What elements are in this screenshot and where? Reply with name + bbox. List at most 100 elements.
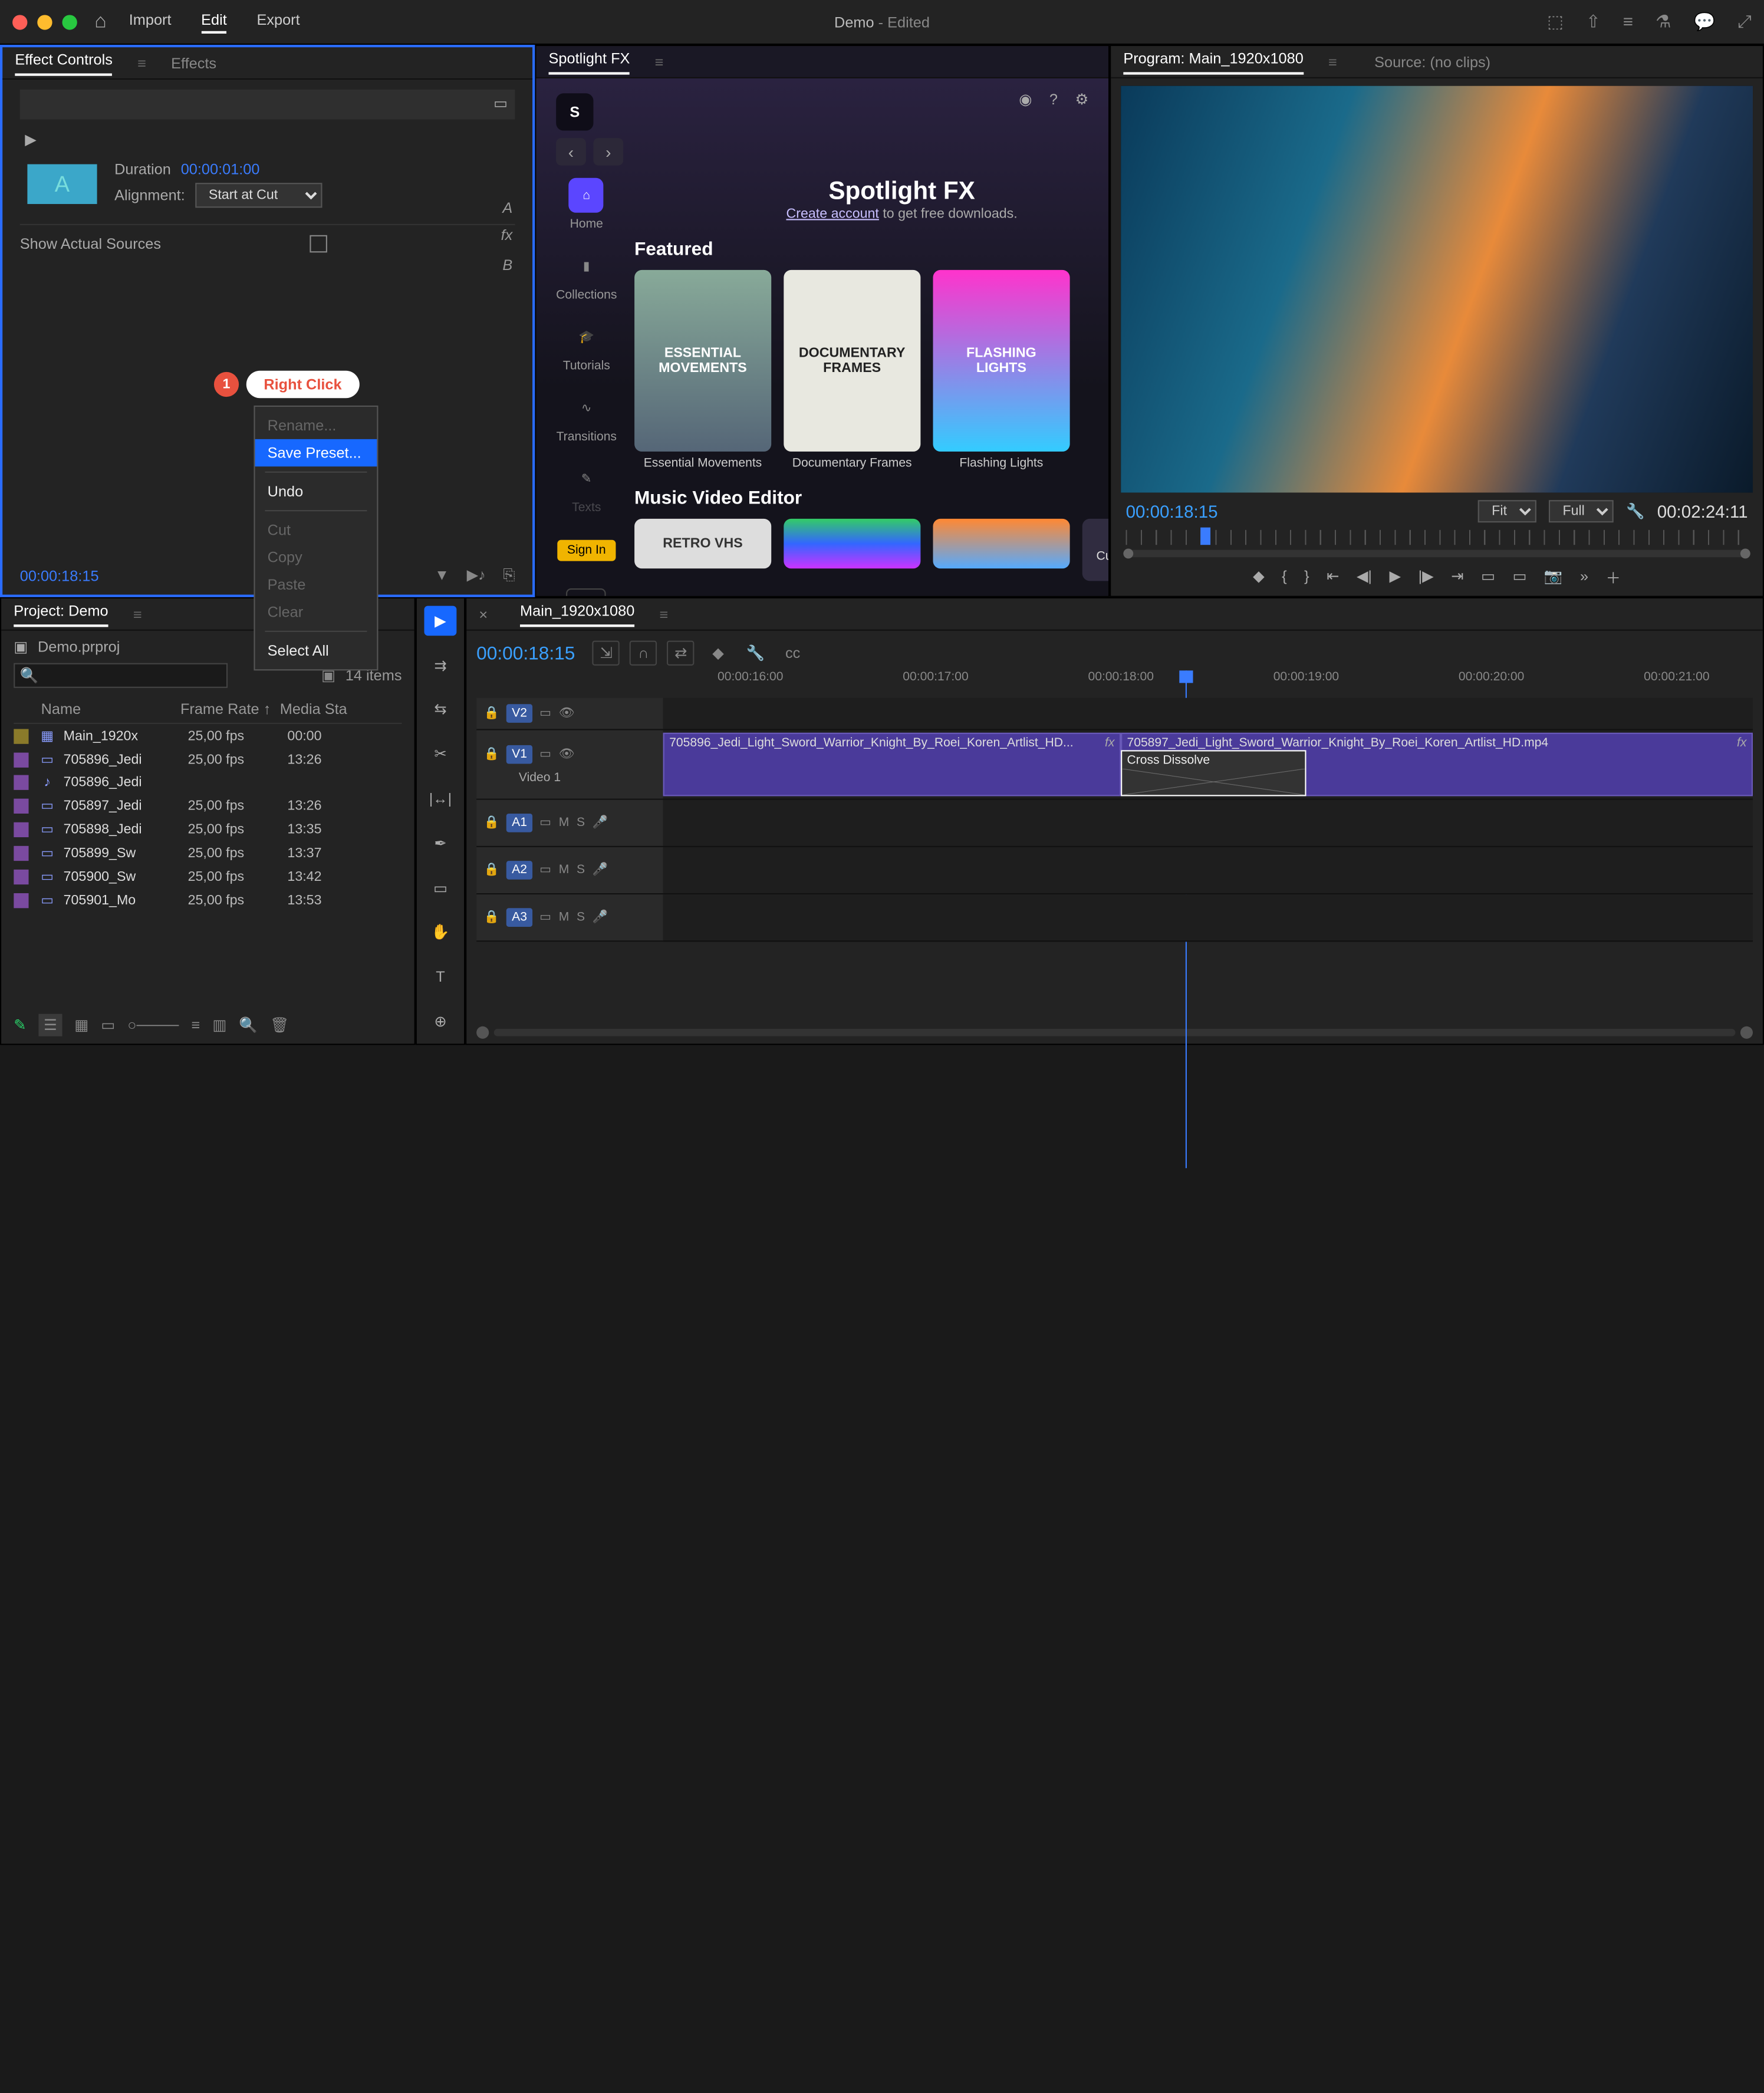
track-eye-icon[interactable]: 👁 [559,747,575,761]
track-toggle-icon[interactable]: ▭ [539,863,551,877]
track-a3[interactable]: A3 [507,908,532,927]
tool-track-select[interactable]: ⇉ [424,650,457,680]
table-row[interactable]: ▭705899_Sw25,00 fps13:37 [14,841,401,864]
lock-icon[interactable]: 🔒 [484,747,499,761]
tab-menu-icon[interactable]: ≡ [655,53,664,71]
side-texts[interactable]: ✎Texts [569,462,604,515]
table-row[interactable]: ▭705896_Jedi25,00 fps13:26 [14,748,401,771]
fullscreen-icon[interactable]: ⤢ [1737,11,1752,32]
table-row[interactable]: ▭705898_Jedi25,00 fps13:35 [14,817,401,841]
tl-wrench-icon[interactable]: 🔧 [742,641,769,666]
program-tc-left[interactable]: 00:00:18:15 [1126,501,1218,521]
tab-menu-icon[interactable]: ≡ [133,605,142,623]
more-icon[interactable]: » [1580,567,1588,588]
popout-icon[interactable]: ▭ [493,94,508,112]
keyframe-play-icon[interactable]: ▶♪ [467,566,486,585]
mute-icon[interactable]: M [559,911,570,924]
solo-icon[interactable]: S [577,816,585,830]
tab-project[interactable]: Project: Demo [14,601,108,626]
go-out-icon[interactable]: ⇥ [1451,567,1463,588]
col-framerate[interactable]: Frame Rate ↑ [180,700,280,718]
tl-snap-icon[interactable]: ∩ [630,641,657,666]
duration-value[interactable]: 00:00:01:00 [181,160,260,178]
window-maximize[interactable] [62,14,77,29]
tl-zoom-in-handle[interactable] [1740,1026,1753,1039]
list-icon[interactable]: ≡ [1623,11,1633,32]
discord-icon[interactable]: ◉ [1019,91,1032,108]
tab-source[interactable]: Source: (no clips) [1374,53,1490,71]
card-mve-3[interactable] [933,519,1069,581]
add-icon[interactable]: ＋ [1606,567,1621,588]
ctx-undo[interactable]: Undo [255,478,377,505]
workspace-icon[interactable]: ⬚ [1547,11,1564,32]
track-toggle-icon[interactable]: ▭ [539,706,551,720]
table-row[interactable]: ▭705897_Jedi25,00 fps13:26 [14,794,401,817]
transition-cross-dissolve[interactable]: Cross Dissolve [1121,750,1306,796]
tool-selection[interactable]: ▶ [424,606,457,636]
tool-slip[interactable]: |↔| [424,784,457,814]
timeline-scrollbar[interactable] [494,1029,1736,1036]
help-icon[interactable]: ? [1049,91,1058,108]
chat-icon[interactable]: 💬 [1693,11,1715,32]
timeline-timecode[interactable]: 00:00:18:15 [476,643,575,664]
track-eye-icon[interactable]: 👁 [559,706,575,720]
menu-export[interactable]: Export [256,11,300,33]
play-icon[interactable]: ▶ [25,131,36,149]
trash-icon[interactable]: 🗑 [270,1016,289,1034]
mute-icon[interactable]: M [559,816,570,830]
gear-icon[interactable]: ⚙ [1075,91,1089,108]
play-icon[interactable]: ▶ [1390,567,1401,588]
step-fwd-icon[interactable]: |▶ [1419,567,1434,588]
tab-close-icon[interactable]: × [479,605,488,623]
tab-menu-icon[interactable]: ≡ [137,54,146,72]
card-mve-2[interactable] [784,519,920,581]
step-back-icon[interactable]: ◀| [1357,567,1372,588]
tab-program[interactable]: Program: Main_1920x1080 [1123,49,1303,74]
tool-razor[interactable]: ✂ [424,739,457,769]
go-in-icon[interactable]: ⇤ [1327,567,1339,588]
card-retro-vhs[interactable]: RETRO VHS [634,519,771,581]
signin-button[interactable]: Sign In [557,540,616,561]
tl-caption-icon[interactable]: cc [779,641,806,666]
program-viewport[interactable] [1121,86,1753,493]
timeline-ruler[interactable]: 00:00:16:00 00:00:17:00 00:00:18:00 00:0… [663,670,1753,697]
col-name[interactable]: Name [41,700,180,718]
extract-icon[interactable]: ▭ [1512,567,1526,588]
tool-ripple[interactable]: ⇆ [424,695,457,725]
home-icon[interactable]: ⌂ [94,11,106,33]
table-row[interactable]: ▦Main_1920x25,00 fps00:00 [14,724,401,748]
track-a1[interactable]: A1 [507,814,532,832]
beaker-icon[interactable]: ⚗ [1656,11,1671,32]
lock-icon[interactable]: 🔒 [484,863,499,877]
program-scrollbar[interactable] [1126,550,1748,558]
tl-marker-icon[interactable]: ◆ [705,641,732,666]
ctx-select-all[interactable]: Select All [255,637,377,664]
track-a2[interactable]: A2 [507,861,532,880]
transition-thumb[interactable]: A [27,164,97,205]
col-mediastart[interactable]: Media Sta [280,700,355,718]
window-close[interactable] [12,14,27,29]
tab-menu-icon[interactable]: ≡ [660,605,669,623]
lock-icon[interactable]: 🔒 [484,816,499,830]
alignment-select[interactable]: Start at Cut [195,183,322,208]
side-home[interactable]: ⌂Home [569,178,604,232]
export-frame-icon[interactable]: ⎘ [503,566,515,585]
tl-link-icon[interactable]: ⇄ [667,641,694,666]
create-account-link[interactable]: Create account [786,206,878,221]
table-row[interactable]: ♪705896_Jedi [14,771,401,794]
ec-timecode[interactable]: 00:00:18:15 [20,567,99,584]
show-actual-sources-checkbox[interactable] [310,235,328,253]
side-menu-icon[interactable]: ≡ [567,588,607,596]
mic-icon[interactable]: 🎤 [593,816,608,830]
sort-icon[interactable]: ≡ [191,1016,200,1034]
solo-icon[interactable]: S [577,911,585,924]
tl-zoom-out-handle[interactable] [476,1026,489,1039]
program-ruler[interactable] [1126,530,1748,545]
program-playhead[interactable] [1200,528,1210,545]
ctx-save-preset[interactable]: Save Preset... [255,439,377,466]
track-toggle-icon[interactable]: ▭ [539,816,551,830]
nav-forward[interactable]: › [593,138,623,165]
tab-menu-icon[interactable]: ≡ [1328,53,1337,71]
mute-icon[interactable]: M [559,863,570,877]
wrench-icon[interactable]: 🔧 [1626,502,1645,520]
